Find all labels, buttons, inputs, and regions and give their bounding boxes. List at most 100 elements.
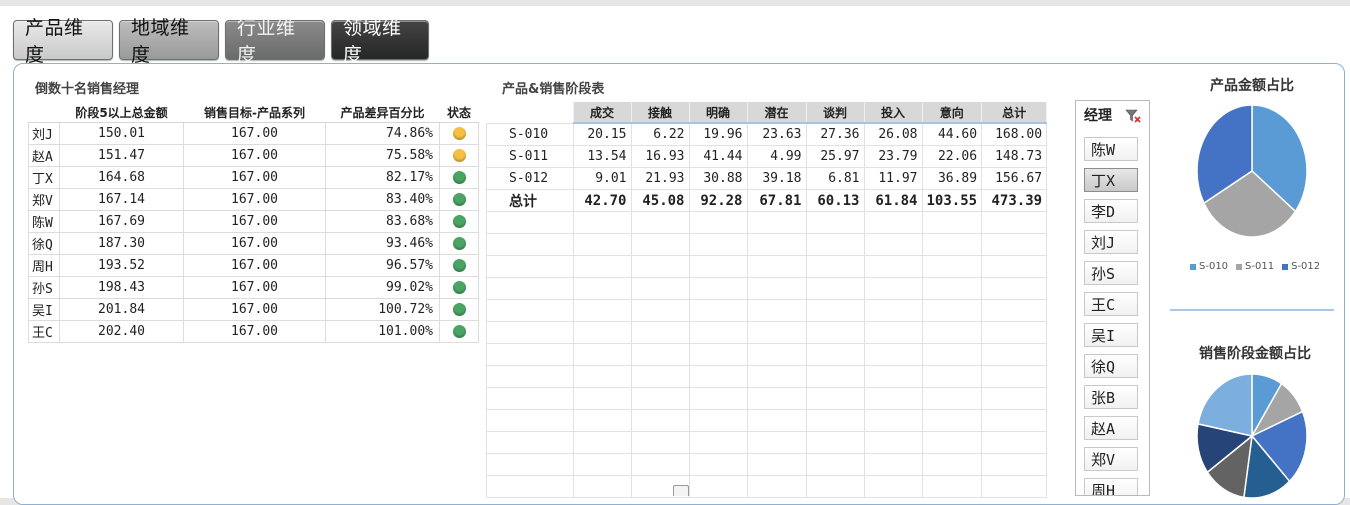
- tab-region[interactable]: 地域维度: [119, 17, 219, 66]
- sheet-resize-grip[interactable]: [673, 485, 689, 496]
- slicer-item[interactable]: 郑V: [1084, 447, 1138, 471]
- pivot-col-header: 总计: [981, 102, 1048, 124]
- pivot-cell: 44.60: [921, 122, 983, 146]
- empty-cell: [981, 475, 1048, 498]
- empty-cell: [863, 453, 923, 476]
- empty-cell: [630, 431, 690, 454]
- tab-industry[interactable]: 行业维度: [225, 17, 325, 66]
- target-amount: 167.00: [183, 232, 326, 255]
- status-cell: [439, 232, 479, 255]
- table-row: S-011 13.54 16.93 41.44 4.99 25.97 23.79 22.06 1…: [486, 145, 1048, 168]
- total-amount: 164.68: [59, 166, 184, 189]
- empty-cell: [486, 343, 574, 366]
- dimension-tabs: 产品维度 地域维度 行业维度 领域维度: [13, 17, 429, 66]
- empty-cell: [863, 475, 923, 498]
- empty-grid-row: [486, 431, 1048, 454]
- empty-cell: [486, 431, 574, 454]
- empty-cell: [863, 431, 923, 454]
- empty-grid-row: [486, 299, 1048, 322]
- slicer-item[interactable]: 徐Q: [1084, 354, 1138, 378]
- empty-cell: [863, 233, 923, 256]
- table-row: 周H 193.52 167.00 96.57%: [28, 254, 479, 277]
- empty-cell: [863, 299, 923, 322]
- empty-cell: [746, 409, 807, 432]
- pivot-col-header: 意向: [922, 102, 983, 124]
- slicer-item[interactable]: 陈W: [1084, 137, 1138, 161]
- empty-cell: [688, 475, 748, 498]
- empty-cell: [572, 299, 632, 322]
- empty-cell: [921, 387, 983, 410]
- pivot-cell: 67.81: [746, 189, 807, 212]
- status-cell: [439, 298, 479, 321]
- tab-domain[interactable]: 领域维度: [331, 17, 429, 66]
- slicer-item[interactable]: 王C: [1084, 292, 1138, 316]
- pivot-cell: 23.63: [746, 122, 807, 146]
- empty-cell: [688, 299, 748, 322]
- status-lamp-icon: [452, 193, 466, 206]
- manager-slicer: 经理 陈W 丁X 李D 刘J 孙S 王C 吴I 徐Q 张B 赵A 郑V 周H: [1075, 100, 1150, 496]
- empty-cell: [486, 475, 574, 498]
- empty-grid-row: [486, 277, 1048, 300]
- slicer-title: 经理: [1084, 108, 1112, 124]
- bottom-ten-table: 阶段5以上总金额 销售目标-产品系列 产品差异百分比 状态 刘J 150.01 16…: [28, 102, 479, 343]
- total-amount: 198.43: [59, 276, 184, 299]
- empty-cell: [746, 453, 807, 476]
- empty-cell: [981, 321, 1048, 344]
- status-lamp-icon: [452, 171, 466, 184]
- col-header-target: 销售目标-产品系列: [183, 102, 326, 123]
- empty-cell: [630, 343, 690, 366]
- manager-name: 赵A: [28, 144, 60, 167]
- empty-cell: [981, 365, 1048, 388]
- empty-cell: [981, 431, 1048, 454]
- empty-cell: [630, 211, 690, 234]
- legend-swatch: [1282, 263, 1289, 270]
- diff-percent: 82.17%: [325, 166, 440, 189]
- slicer-item[interactable]: 周H: [1084, 478, 1138, 495]
- pivot-cell: 4.99: [746, 145, 807, 168]
- empty-cell: [921, 409, 983, 432]
- slicer-item[interactable]: 张B: [1084, 385, 1138, 409]
- pivot-cell: 23.79: [863, 145, 923, 168]
- product-share-legend: S-010 S-011 S-012: [1190, 261, 1320, 272]
- empty-grid-row: [486, 321, 1048, 344]
- empty-cell: [921, 277, 983, 300]
- col-header-pct: 产品差异百分比: [325, 102, 440, 123]
- empty-cell: [572, 277, 632, 300]
- total-amount: 193.52: [59, 254, 184, 277]
- slicer-item[interactable]: 李D: [1084, 199, 1138, 223]
- clear-filter-icon[interactable]: [1125, 108, 1141, 124]
- empty-cell: [981, 409, 1048, 432]
- empty-cell: [746, 299, 807, 322]
- status-cell: [439, 320, 479, 343]
- slicer-item[interactable]: 丁X: [1084, 168, 1138, 192]
- diff-percent: 100.72%: [325, 298, 440, 321]
- target-amount: 167.00: [183, 320, 326, 343]
- status-lamp-icon: [452, 237, 466, 250]
- empty-cell: [630, 299, 690, 322]
- empty-cell: [572, 387, 632, 410]
- pivot-cell: 30.88: [688, 167, 748, 190]
- manager-name: 吴I: [28, 298, 60, 321]
- pivot-cell: 6.81: [805, 167, 865, 190]
- pivot-col-header: 投入: [864, 102, 923, 124]
- empty-cell: [981, 387, 1048, 410]
- slicer-item[interactable]: 赵A: [1084, 416, 1138, 440]
- pivot-row-label: S-010: [486, 122, 574, 146]
- slicer-item[interactable]: 刘J: [1084, 230, 1138, 254]
- empty-cell: [630, 233, 690, 256]
- slicer-item[interactable]: 孙S: [1084, 261, 1138, 285]
- pivot-cell: 92.28: [688, 189, 748, 212]
- target-amount: 167.00: [183, 210, 326, 233]
- pivot-table: 成交 接触 明确 潜在 谈判 投入 意向 总计 S-010 20.15 6.22 19.96 23.6…: [486, 102, 1048, 498]
- pivot-cell: 39.18: [746, 167, 807, 190]
- manager-name: 王C: [28, 320, 60, 343]
- tab-product[interactable]: 产品维度: [13, 17, 113, 66]
- target-amount: 167.00: [183, 188, 326, 211]
- empty-cell: [486, 409, 574, 432]
- slicer-item[interactable]: 吴I: [1084, 323, 1138, 347]
- pivot-col-header: 接触: [631, 102, 690, 124]
- empty-grid-row: [486, 233, 1048, 256]
- pivot-cell: 27.36: [805, 122, 865, 146]
- legend-entry: S-012: [1282, 261, 1320, 272]
- status-lamp-icon: [452, 325, 466, 338]
